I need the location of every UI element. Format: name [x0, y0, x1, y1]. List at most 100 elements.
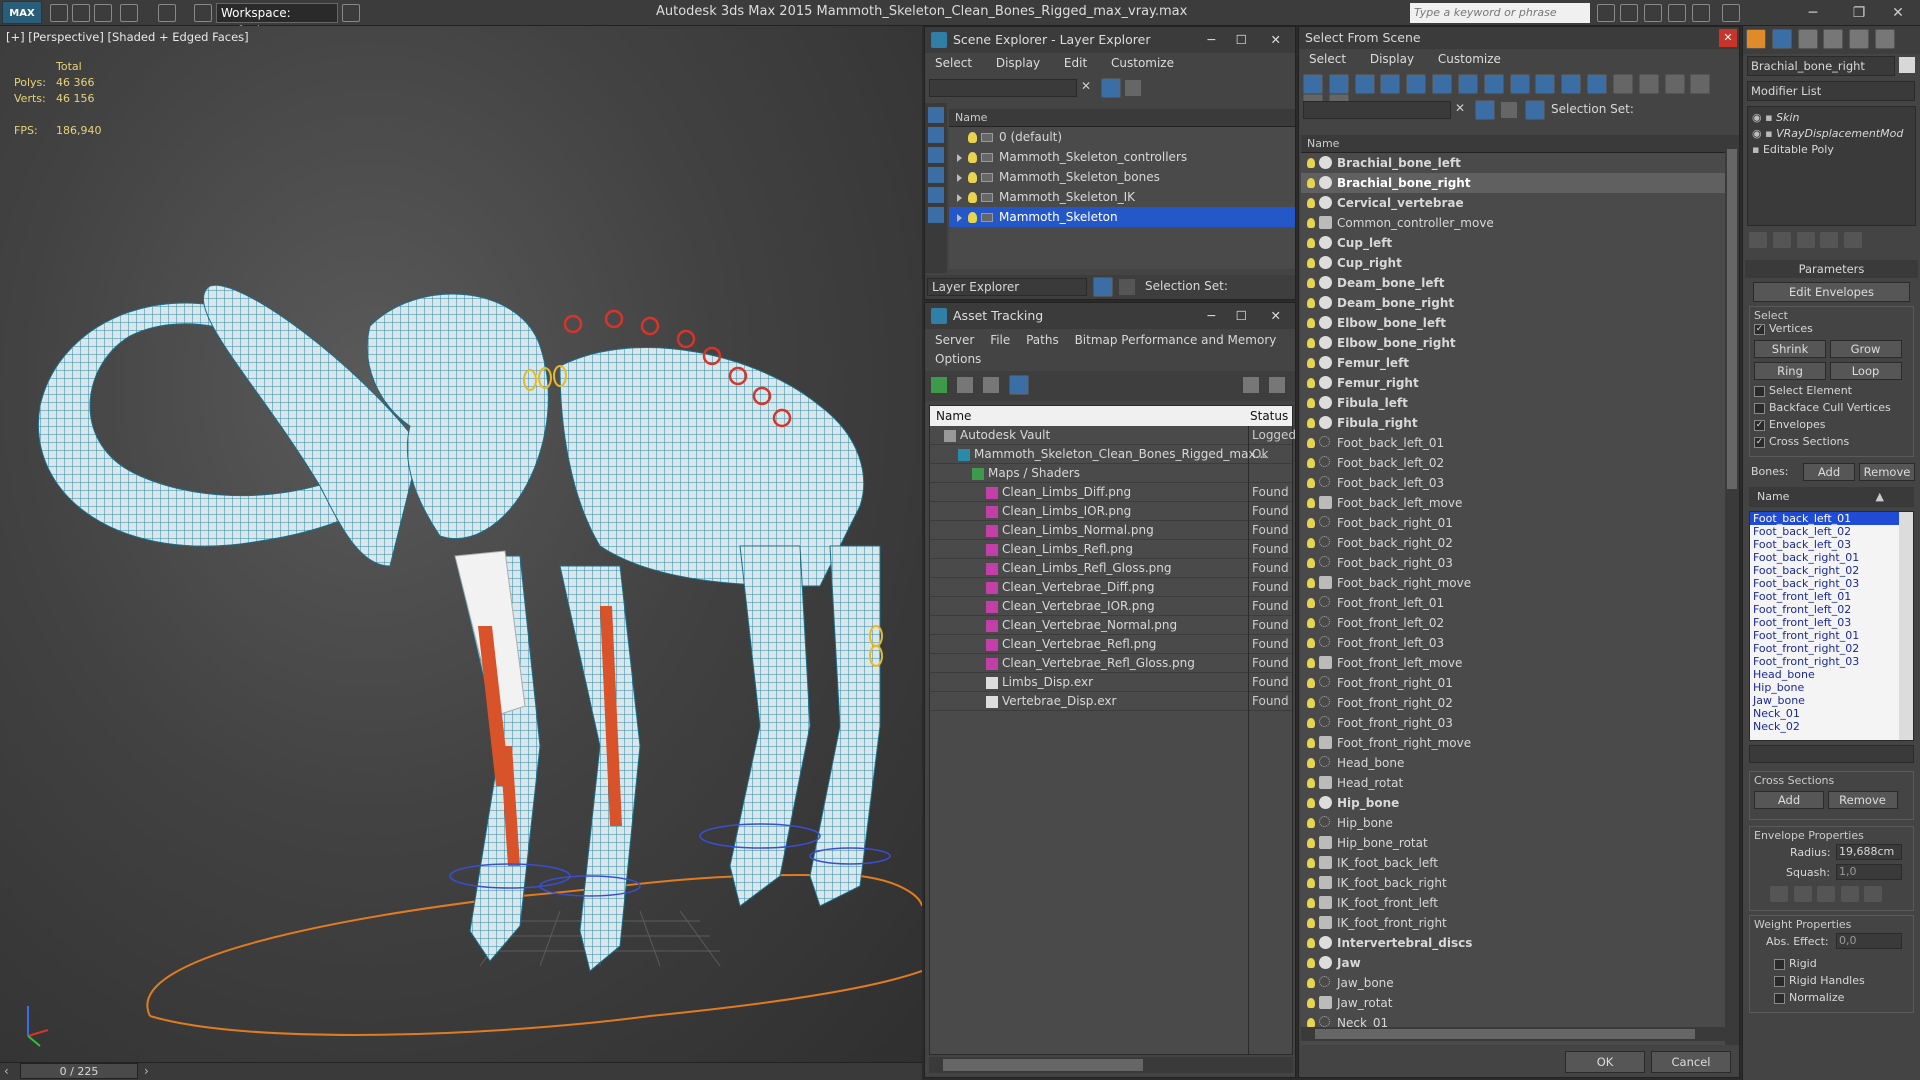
asset-row[interactable]: Vertebrae_Disp.exr Found [930, 692, 1292, 711]
project-folder-icon[interactable] [194, 4, 212, 22]
scene-object-row[interactable]: Cup_right [1301, 253, 1725, 273]
ok-button[interactable]: OK [1565, 1051, 1645, 1073]
bone-list-item[interactable]: Hip_bone [1750, 681, 1900, 694]
grid-view-icon[interactable] [1009, 375, 1029, 395]
prev-frame-icon[interactable]: ‹ [4, 1064, 9, 1078]
display-tab-icon[interactable] [1849, 29, 1870, 49]
settings-icon[interactable] [1269, 377, 1285, 393]
clear-find-icon[interactable]: ✕ [1455, 101, 1465, 115]
expand-arrow-icon[interactable] [957, 193, 962, 202]
bone-list-item[interactable]: Foot_front_right_03 [1750, 655, 1900, 668]
scene-object-row[interactable]: Cup_left [1301, 233, 1725, 253]
scene-object-row[interactable]: Cervical_vertebrae [1301, 193, 1725, 213]
scene-object-row[interactable]: Foot_back_left_03 [1301, 473, 1725, 493]
expand-icon[interactable]: ▪ [1765, 127, 1772, 140]
radius-spinner[interactable]: 19,688cm [1836, 844, 1902, 860]
display-cameras-icon[interactable] [1380, 74, 1401, 94]
asset-row[interactable]: Clean_Limbs_Refl.png Found [930, 540, 1292, 559]
scene-object-row[interactable]: Foot_front_right_move [1301, 733, 1725, 753]
menu-edit[interactable]: Edit [1054, 53, 1097, 73]
display-geometry-icon[interactable] [928, 127, 944, 143]
bone-list-item[interactable]: Foot_back_left_01 [1750, 512, 1900, 525]
layer-icon[interactable] [1501, 102, 1517, 118]
menu-customize[interactable]: Customize [1101, 53, 1184, 73]
lightbulb-icon[interactable] [1307, 798, 1315, 808]
filter-icon[interactable] [1475, 100, 1495, 120]
lightbulb-icon[interactable] [1307, 738, 1315, 748]
bone-list-item[interactable]: Foot_front_right_01 [1750, 629, 1900, 642]
tools-icon[interactable] [1620, 4, 1638, 22]
refresh-icon[interactable] [931, 377, 947, 393]
scene-object-row[interactable]: Foot_back_right_01 [1301, 513, 1725, 533]
lightbulb-icon[interactable] [1307, 278, 1315, 288]
lightbulb-icon[interactable] [1307, 238, 1315, 248]
scene-object-row[interactable]: Deam_bone_right [1301, 293, 1725, 313]
layer-row[interactable]: Mammoth_Skeleton_bones [949, 167, 1295, 187]
scene-object-row[interactable]: Foot_back_left_01 [1301, 433, 1725, 453]
lightbulb-icon[interactable] [1307, 218, 1315, 228]
scene-object-row[interactable]: Elbow_bone_left [1301, 313, 1725, 333]
add-bone-button[interactable]: Add [1803, 463, 1855, 481]
menu-display[interactable]: Display [986, 53, 1050, 73]
menu-options[interactable]: Options [929, 352, 987, 366]
display-objects-icon[interactable] [928, 107, 944, 123]
maximize-icon[interactable]: ☐ [1236, 303, 1247, 329]
lightbulb-icon[interactable] [1307, 338, 1315, 348]
asset-row[interactable]: Clean_Vertebrae_Diff.png Found [930, 578, 1292, 597]
ring-button[interactable]: Ring [1754, 362, 1826, 380]
layer-name-column[interactable]: Name [949, 109, 1295, 127]
menu-paths[interactable]: Paths [1020, 333, 1065, 347]
scene-object-row[interactable]: Foot_front_left_move [1301, 653, 1725, 673]
asset-row[interactable]: Clean_Vertebrae_Refl_Gloss.png Found [930, 654, 1292, 673]
lightbulb-icon[interactable] [1307, 258, 1315, 268]
lightbulb-icon[interactable] [1307, 878, 1315, 888]
scene-object-row[interactable]: Brachial_bone_right [1301, 173, 1725, 193]
lightbulb-icon[interactable] [1307, 538, 1315, 548]
sfs-horizontal-scrollbar[interactable] [1301, 1027, 1739, 1041]
remove-bone-button[interactable]: Remove [1859, 463, 1915, 481]
scene-object-row[interactable]: IK_foot_back_left [1301, 853, 1725, 873]
grow-button[interactable]: Grow [1829, 340, 1902, 358]
time-slider[interactable]: ‹ 0 / 225 › [0, 1062, 922, 1080]
display-spacewarps-icon[interactable] [1432, 74, 1453, 94]
close-window-button[interactable]: ✕ [1876, 0, 1920, 26]
lightbulb-icon[interactable] [1307, 698, 1315, 708]
redo-icon[interactable] [158, 4, 176, 22]
display-groups-icon[interactable] [1457, 74, 1478, 94]
utilities-tab-icon[interactable] [1875, 29, 1896, 49]
lightbulb-icon[interactable] [1307, 638, 1315, 648]
rigid-checkbox[interactable] [1774, 958, 1785, 970]
asset-row[interactable]: Clean_Vertebrae_Refl.png Found [930, 635, 1292, 654]
lightbulb-icon[interactable] [1307, 958, 1315, 968]
cross-section-remove-button[interactable]: Remove [1827, 791, 1898, 809]
scene-object-row[interactable]: Foot_front_left_01 [1301, 593, 1725, 613]
minimize-icon[interactable]: ─ [1207, 27, 1215, 53]
lightbulb-icon[interactable] [968, 152, 977, 163]
bone-name-field[interactable] [1749, 745, 1914, 763]
scene-object-row[interactable]: Foot_back_right_02 [1301, 533, 1725, 553]
absolute-relative-icon[interactable] [1770, 886, 1788, 902]
lightbulb-icon[interactable] [1307, 818, 1315, 828]
bones-name-header[interactable]: Name ▲ [1749, 487, 1914, 507]
scene-object-row[interactable]: IK_foot_back_right [1301, 873, 1725, 893]
display-bones-icon[interactable] [1509, 74, 1530, 94]
close-x-icon[interactable] [1692, 4, 1710, 22]
filter-options-icon[interactable] [1690, 74, 1711, 94]
explorer-type-dropdown[interactable]: Layer Explorer [927, 278, 1087, 296]
scene-object-row[interactable]: IK_foot_front_right [1301, 913, 1725, 933]
lightbulb-icon[interactable] [1307, 378, 1315, 388]
layer-row[interactable]: Mammoth_Skeleton_IK [949, 187, 1295, 207]
close-icon[interactable]: ✕ [1271, 303, 1281, 329]
menu-select[interactable]: Select [1299, 49, 1356, 69]
hierarchy-tab-icon[interactable] [1797, 29, 1818, 49]
lightbulb-icon[interactable] [1307, 938, 1315, 948]
next-frame-icon[interactable]: › [144, 1064, 149, 1078]
display-invert-icon[interactable] [1664, 74, 1685, 94]
workspace-dropdown[interactable]: Workspace: Default [216, 3, 338, 38]
search-input[interactable]: Type a keyword or phrase [1410, 3, 1590, 23]
maximize-icon[interactable]: ☐ [1236, 27, 1247, 53]
lightbulb-icon[interactable] [1307, 438, 1315, 448]
save-file-icon[interactable] [94, 4, 112, 22]
scene-explorer-title-bar[interactable]: Scene Explorer - Layer Explorer ─ ☐ ✕ [925, 27, 1295, 53]
stack-item-editable-poly[interactable]: ▪ Editable Poly [1752, 143, 1911, 159]
